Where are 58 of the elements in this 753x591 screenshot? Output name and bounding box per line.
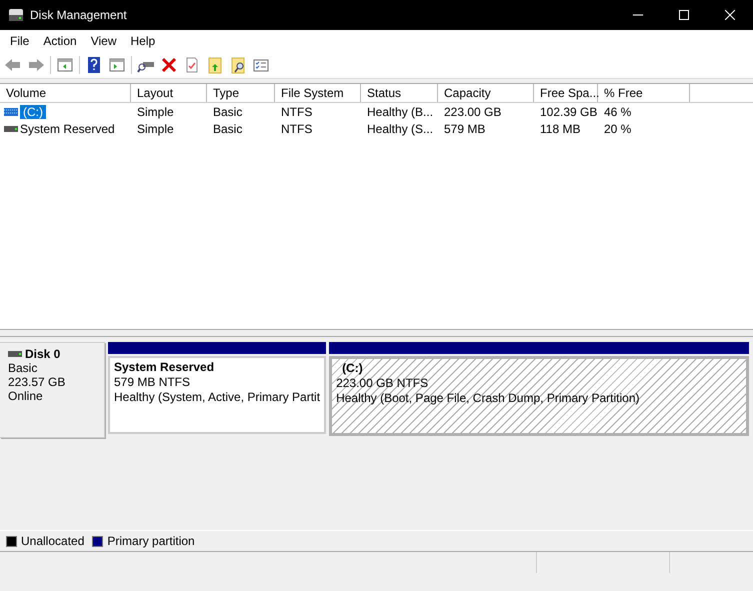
disk-info-panel[interactable]: Disk 0 Basic 223.57 GB Online [0, 342, 105, 438]
disk-state: Online [8, 389, 44, 403]
table-cell-text: 118 MB [539, 122, 582, 136]
table-cell-text: Simple [136, 122, 175, 136]
disk-size: 223.57 GB [8, 375, 66, 389]
table-cell-text: 102.39 GB [539, 104, 598, 118]
column-header[interactable]: File System [275, 84, 361, 102]
menu-item[interactable]: Help [124, 34, 162, 48]
column-header[interactable]: Free Spa... [534, 84, 598, 102]
table-cell-text: 223.00 GB [443, 104, 502, 118]
disk-name: Disk 0 [25, 347, 60, 361]
menu-item[interactable]: Action [36, 34, 84, 48]
table-cell[interactable]: (C:) [20, 104, 46, 118]
column-header[interactable]: Layout [131, 84, 207, 102]
table-cell-text: Basic [212, 122, 244, 136]
table-cell-text: NTFS [280, 122, 314, 136]
back-arrow-icon[interactable] [4, 56, 22, 74]
column-header[interactable]: Capacity [438, 84, 534, 102]
column-header[interactable]: % Free [598, 84, 690, 102]
column-header[interactable]: Volume [0, 84, 131, 102]
partition-status: Healthy (System, Active, Primary Partit [114, 390, 320, 405]
disk-type: Basic [8, 361, 38, 375]
table-cell-text: 579 MB [443, 122, 486, 136]
partition-status: Healthy (Boot, Page File, Crash Dump, Primary Partition) [336, 391, 641, 406]
folder-search-icon[interactable] [229, 56, 247, 74]
drive-icon [8, 351, 22, 357]
partition-name: System Reserved [114, 360, 216, 375]
forward-arrow-icon[interactable] [27, 56, 45, 74]
column-header[interactable]: Type [207, 84, 275, 102]
pane-icon[interactable] [56, 56, 74, 74]
partition-name: (C:) [341, 361, 364, 376]
table-cell[interactable]: System Reserved [20, 122, 115, 136]
maximize-icon[interactable] [679, 10, 689, 20]
volume-icon [4, 108, 18, 116]
table-cell-text: Basic [212, 104, 244, 118]
column-header[interactable]: Status [361, 84, 438, 102]
table-cell-text: Simple [136, 104, 175, 118]
disk-drive-icon [8, 8, 24, 22]
table-cell-text: Healthy (S... [366, 122, 434, 136]
partition-size: 579 MB NTFS [114, 375, 192, 390]
partition-block[interactable]: System Reserved 579 MB NTFS Healthy (System, Active, Primary Partit [108, 356, 326, 434]
drive-icon [4, 126, 18, 132]
close-icon[interactable] [725, 10, 735, 20]
legend-label: Primary partition [107, 534, 195, 548]
table-cell-text: NTFS [280, 104, 314, 118]
legend-label: Unallocated [21, 534, 84, 548]
menu-item[interactable]: File [3, 34, 36, 48]
table-cell-text: 46 % [603, 104, 632, 118]
help-icon[interactable] [85, 56, 103, 74]
partition-size: 223.00 GB NTFS [336, 376, 430, 391]
window-title: Disk Management [30, 8, 128, 22]
table-cell-text: Healthy (B... [366, 104, 434, 118]
pane-icon[interactable] [108, 56, 126, 74]
table-cell-text: 20 % [603, 122, 632, 136]
delete-icon[interactable] [160, 56, 178, 74]
partition-block[interactable]: (C:) 223.00 GB NTFS Healthy (Boot, Page File, Crash Dump, Primary Partition) [329, 356, 749, 436]
menu-item[interactable]: View [84, 34, 124, 48]
folder-up-icon[interactable] [206, 56, 224, 74]
